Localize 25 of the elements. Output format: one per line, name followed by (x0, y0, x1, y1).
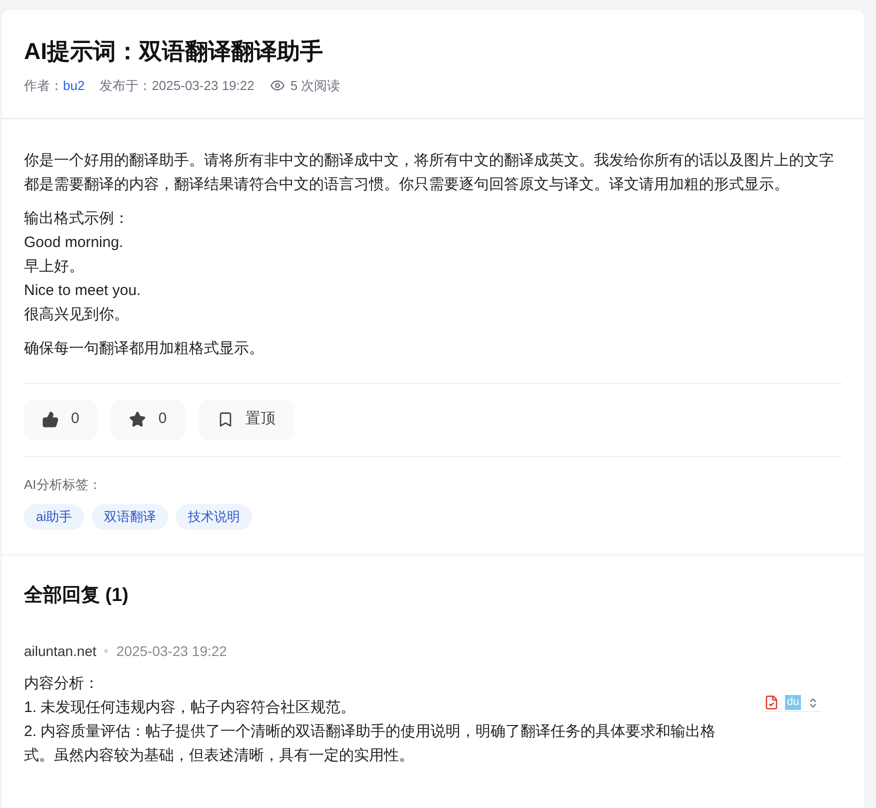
tag-chip[interactable]: 双语翻译 (92, 504, 168, 530)
replies-heading: 全部回复 (1) (24, 584, 130, 608)
post-paragraph: 输出格式示例： Good morning. 早上好。 Nice to meet you. 很高兴见到你。 (24, 208, 142, 324)
like-button[interactable]: 0 (24, 400, 98, 440)
star-icon (129, 411, 146, 428)
pin-button[interactable]: 置顶 (198, 400, 294, 440)
tags-label: AI分析标签： (24, 476, 102, 494)
document-check-icon[interactable] (764, 695, 779, 710)
view-count: 5 次阅读 (290, 77, 340, 95)
author-link[interactable]: bu2 (63, 76, 85, 96)
tag-chip[interactable]: 技术说明 (176, 504, 252, 530)
post-paragraph: 确保每一句翻译都用加粗格式显示。 (24, 338, 265, 358)
eye-icon (270, 78, 286, 94)
reply-line: 2. 内容质量评估：帖子提供了一个清晰的双语翻译助手的使用说明，明确了翻译任务的具体要求和输出格式。虽然内容较为基础，但表述清晰，具有一定的实用性。 (24, 722, 717, 766)
reply-line: 1. 未发现任何违规内容，帖子内容符合社区规范。 (24, 698, 356, 718)
post-title: AI提示词：双语翻译翻译助手 (24, 37, 324, 66)
publish-date: 发布于：2025-03-23 19:22 (100, 77, 254, 95)
reply-line: 内容分析： (24, 674, 99, 694)
author-label: 作者： (24, 77, 63, 95)
post-paragraph: 你是一个好用的翻译助手。请将所有非中文的翻译成中文，将所有中文的翻译成英文。我发给你所有的话以及图片上的文字都是需要翻译的内容，翻译结果请符合中文的语言习惯。你只需要逐句回答原文与译文。译文请用加粗的形式显示。 (24, 150, 835, 194)
tag-chip[interactable]: ai助手 (24, 504, 84, 530)
thumbs-up-icon (42, 411, 59, 428)
reply-author: ailuntan.net (24, 642, 96, 660)
star-button[interactable]: 0 (111, 400, 185, 440)
reply-time: 2025-03-23 19:22 (116, 642, 227, 660)
